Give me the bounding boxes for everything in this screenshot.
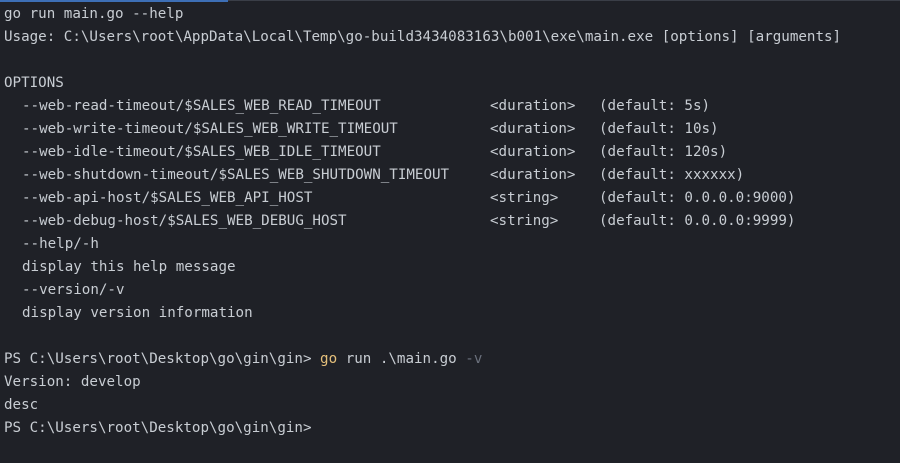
command-args: run .\main.go xyxy=(345,351,457,367)
prompt: PS C:\Users\root\Desktop\go\gin\gin> xyxy=(4,351,312,367)
prompt-line: PS C:\Users\root\Desktop\go\gin\gin> go … xyxy=(4,350,482,368)
option-type: <string> xyxy=(490,190,559,206)
option-default: (default: 120s) xyxy=(599,144,728,160)
help-description: display this help message xyxy=(22,259,236,275)
option-flag: --web-idle-timeout/$SALES_WEB_IDLE_TIMEO… xyxy=(22,144,381,160)
command-line: go run main.go --help xyxy=(4,6,184,22)
option-flag: --web-read-timeout/$SALES_WEB_READ_TIMEO… xyxy=(22,98,381,114)
final-prompt[interactable]: PS C:\Users\root\Desktop\go\gin\gin> xyxy=(4,419,312,437)
option-type: <string> xyxy=(490,213,559,229)
option-default: (default: 0.0.0.0:9999) xyxy=(599,213,796,229)
terminal-window[interactable]: go run main.go --help Usage: C:\Users\ro… xyxy=(0,0,900,463)
help-flag: --help/-h xyxy=(22,236,99,252)
option-type: <duration> xyxy=(490,98,576,114)
active-tab-indicator xyxy=(0,0,228,2)
usage-line: Usage: C:\Users\root\AppData\Local\Temp\… xyxy=(4,29,842,45)
option-type: <duration> xyxy=(490,167,576,183)
version-flag: --version/-v xyxy=(22,282,125,298)
option-flag: --web-write-timeout/$SALES_WEB_WRITE_TIM… xyxy=(22,121,398,137)
command-go: go xyxy=(320,351,338,367)
option-flag: --web-api-host/$SALES_WEB_API_HOST xyxy=(22,190,313,206)
option-type: <duration> xyxy=(490,121,576,137)
option-default: (default: 5s) xyxy=(599,98,711,114)
version-output: Version: develop xyxy=(4,374,141,390)
option-default: (default: xxxxxx) xyxy=(599,167,745,183)
option-default: (default: 10s) xyxy=(599,121,719,137)
option-default: (default: 0.0.0.0:9000) xyxy=(599,190,796,206)
option-flag: --web-shutdown-timeout/$SALES_WEB_SHUTDO… xyxy=(22,167,450,183)
option-flag: --web-debug-host/$SALES_WEB_DEBUG_HOST xyxy=(22,213,347,229)
options-header: OPTIONS xyxy=(4,75,64,91)
final-prompt-text: PS C:\Users\root\Desktop\go\gin\gin> xyxy=(4,420,312,436)
desc-output: desc xyxy=(4,397,39,413)
command-flag: -v xyxy=(465,351,483,367)
option-type: <duration> xyxy=(490,144,576,160)
version-description: display version information xyxy=(22,305,253,321)
